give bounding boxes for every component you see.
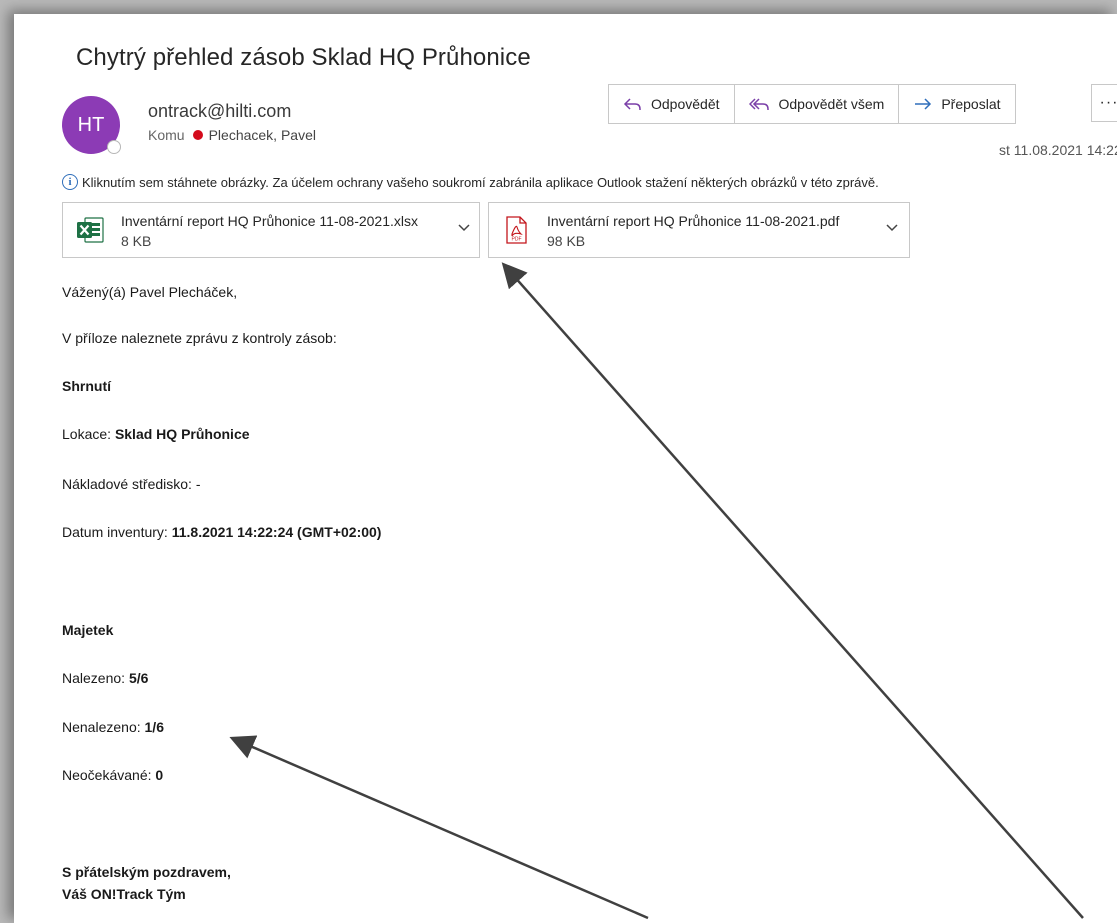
reply-icon (623, 98, 641, 110)
summary-heading: Shrnutí (62, 378, 111, 394)
reply-all-icon (748, 98, 769, 110)
reply-all-button[interactable]: Odpovědět všem (735, 85, 900, 123)
infobar-text: Kliknutím sem stáhnete obrázky. Za účele… (82, 174, 879, 190)
not-found-value: 1/6 (144, 719, 164, 735)
greeting-text: Vážený(á) Pavel Plecháček, (62, 284, 238, 300)
info-icon: i (62, 174, 78, 190)
inventory-date-label: Datum inventury: (62, 524, 172, 540)
attachment-pdf[interactable]: PDF Inventární report HQ Průhonice 11-08… (488, 202, 910, 258)
forward-icon (915, 98, 932, 110)
forward-label: Přeposlat (941, 96, 1001, 112)
download-pictures-infobar[interactable]: i Kliknutím sem stáhnete obrázky. Za úče… (62, 174, 879, 190)
more-options-button[interactable]: ··· (1091, 84, 1117, 122)
reply-button[interactable]: Odpovědět (609, 85, 735, 123)
unexpected-value: 0 (155, 767, 164, 783)
location-line: Lokace: Sklad HQ Průhonice (62, 426, 250, 442)
cost-center-line: Nákladové středisko: - (62, 476, 201, 492)
found-line: Nalezeno: 5/6 (62, 670, 148, 686)
attachment-name: Inventární report HQ Průhonice 11-08-202… (547, 213, 840, 229)
recipient-row: Komu Plechacek, Pavel (148, 127, 316, 143)
email-subject: Chytrý přehled zásob Sklad HQ Průhonice (76, 44, 531, 71)
found-value: 5/6 (128, 670, 149, 686)
intro-text: V příloze naleznete zprávu z kontroly zá… (62, 330, 337, 346)
not-found-line: Nenalezeno: 1/6 (62, 719, 164, 735)
chevron-down-icon[interactable] (457, 223, 471, 233)
location-label: Lokace: (62, 426, 115, 442)
forward-button[interactable]: Přeposlat (899, 85, 1014, 123)
sender-address[interactable]: ontrack@hilti.com (148, 101, 291, 122)
signoff-line-1: S přátelským pozdravem, (62, 864, 231, 880)
avatar-initials: HT (77, 113, 105, 136)
attachment-size: 8 KB (121, 233, 152, 249)
inventory-date-line: Datum inventury: 11.8.2021 14:22:24 (GMT… (62, 524, 381, 540)
more-icon: ··· (1099, 94, 1117, 111)
not-found-label: Nenalezeno: (62, 719, 145, 735)
chevron-down-icon[interactable] (885, 223, 899, 233)
found-label: Nalezeno: (62, 670, 129, 686)
reply-label: Odpovědět (651, 96, 720, 112)
attachment-xlsx[interactable]: Inventární report HQ Průhonice 11-08-202… (62, 202, 480, 258)
attachment-size: 98 KB (547, 233, 586, 249)
excel-icon (77, 217, 104, 243)
message-actions: Odpovědět Odpovědět všem Přeposlat (608, 84, 1016, 124)
presence-status-icon (107, 140, 121, 154)
recipient-name[interactable]: Plechacek, Pavel (209, 127, 316, 143)
location-value: Sklad HQ Průhonice (114, 426, 250, 442)
svg-text:PDF: PDF (512, 237, 522, 243)
signoff-line-2: Váš ON!Track Tým (62, 886, 186, 902)
inventory-date-value: 11.8.2021 14:22:24 (GMT+02:00) (171, 524, 382, 540)
unexpected-label: Neočekávané: (62, 767, 156, 783)
email-reading-pane: Chytrý přehled zásob Sklad HQ Průhonice … (14, 14, 1117, 923)
unexpected-line: Neočekávané: 0 (62, 767, 163, 783)
reply-all-label: Odpovědět všem (778, 96, 885, 112)
recipient-status-icon (192, 130, 203, 140)
to-label: Komu (148, 127, 185, 143)
attachment-name: Inventární report HQ Průhonice 11-08-202… (121, 213, 419, 229)
received-date: st 11.08.2021 14:22 (999, 142, 1117, 158)
pdf-icon: PDF (506, 216, 527, 244)
assets-heading: Majetek (62, 622, 114, 638)
